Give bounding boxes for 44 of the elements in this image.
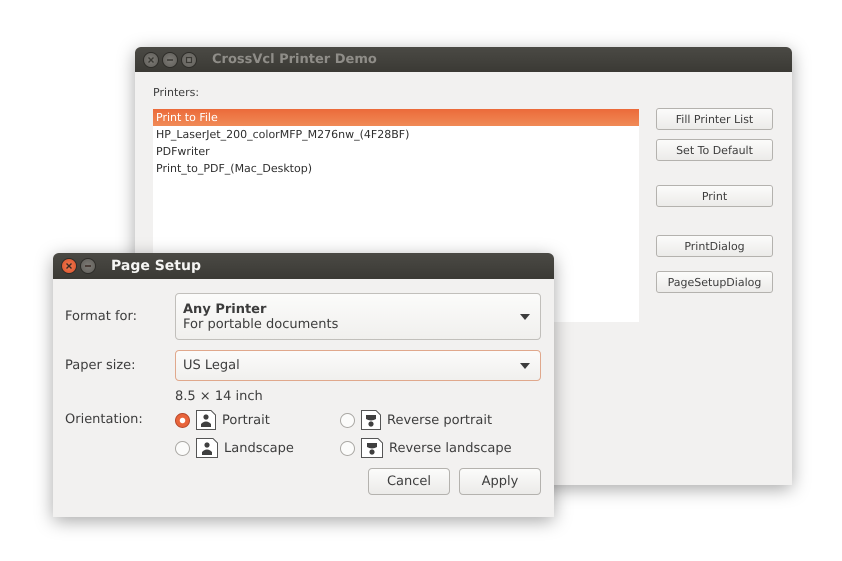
printer-description: For portable documents — [183, 316, 338, 332]
paper-size-value: US Legal — [183, 358, 240, 373]
radio-button[interactable] — [175, 412, 190, 428]
paper-size-dropdown[interactable]: US Legal — [175, 350, 541, 381]
printer-list-item[interactable]: PDFwriter — [153, 143, 639, 160]
paper-dimensions: 8.5 × 14 inch — [175, 388, 264, 406]
orientation-option-label: Reverse landscape — [389, 440, 512, 456]
radio-button[interactable] — [175, 440, 190, 456]
dialog-title: Page Setup — [111, 258, 201, 274]
action-button[interactable]: Fill Printer List — [656, 108, 773, 130]
close-icon — [65, 262, 73, 270]
dialog-button[interactable]: Apply — [459, 468, 541, 495]
radio-button[interactable] — [340, 412, 355, 428]
action-button[interactable]: PrintDialog — [656, 235, 773, 257]
radio-button[interactable] — [340, 440, 355, 456]
maximize-icon — [185, 56, 193, 64]
format-label: Format for: — [65, 309, 138, 324]
person-page-icon — [196, 438, 218, 458]
minimize-button[interactable] — [80, 258, 96, 274]
orientation-option-label: Landscape — [224, 440, 294, 456]
printer-list-item[interactable]: Print_to_PDF_(Mac_Desktop) — [153, 160, 639, 177]
close-icon — [147, 56, 155, 64]
format-dropdown[interactable]: Any Printer For portable documents — [175, 293, 541, 340]
orientation-option-label: Portrait — [222, 412, 270, 428]
action-button[interactable]: Set To Default — [656, 139, 773, 161]
dropdown-caret-icon — [520, 362, 530, 368]
printer-name: Any Printer — [183, 302, 268, 316]
action-button[interactable]: PageSetupDialog — [656, 271, 773, 293]
window-title: CrossVcl Printer Demo — [212, 52, 377, 67]
action-button[interactable]: Print — [656, 185, 773, 207]
person-page-icon — [196, 410, 216, 430]
upside-down-person-page-icon — [361, 438, 383, 458]
close-button[interactable] — [61, 258, 77, 274]
paper-size-label: Paper size: — [65, 358, 137, 373]
maximize-button[interactable] — [181, 52, 197, 68]
upside-down-person-page-icon — [361, 410, 381, 430]
printer-list-item[interactable]: HP_LaserJet_200_colorMFP_M276nw_(4F28BF) — [153, 126, 639, 143]
orientation-option-label: Reverse portrait — [387, 412, 492, 428]
printers-label: Printers: — [153, 86, 200, 99]
dialog-button[interactable]: Cancel — [368, 468, 450, 495]
orientation-label: Orientation: — [65, 412, 144, 427]
close-button[interactable] — [143, 52, 159, 68]
dropdown-caret-icon — [520, 314, 530, 320]
minimize-button[interactable] — [162, 52, 178, 68]
